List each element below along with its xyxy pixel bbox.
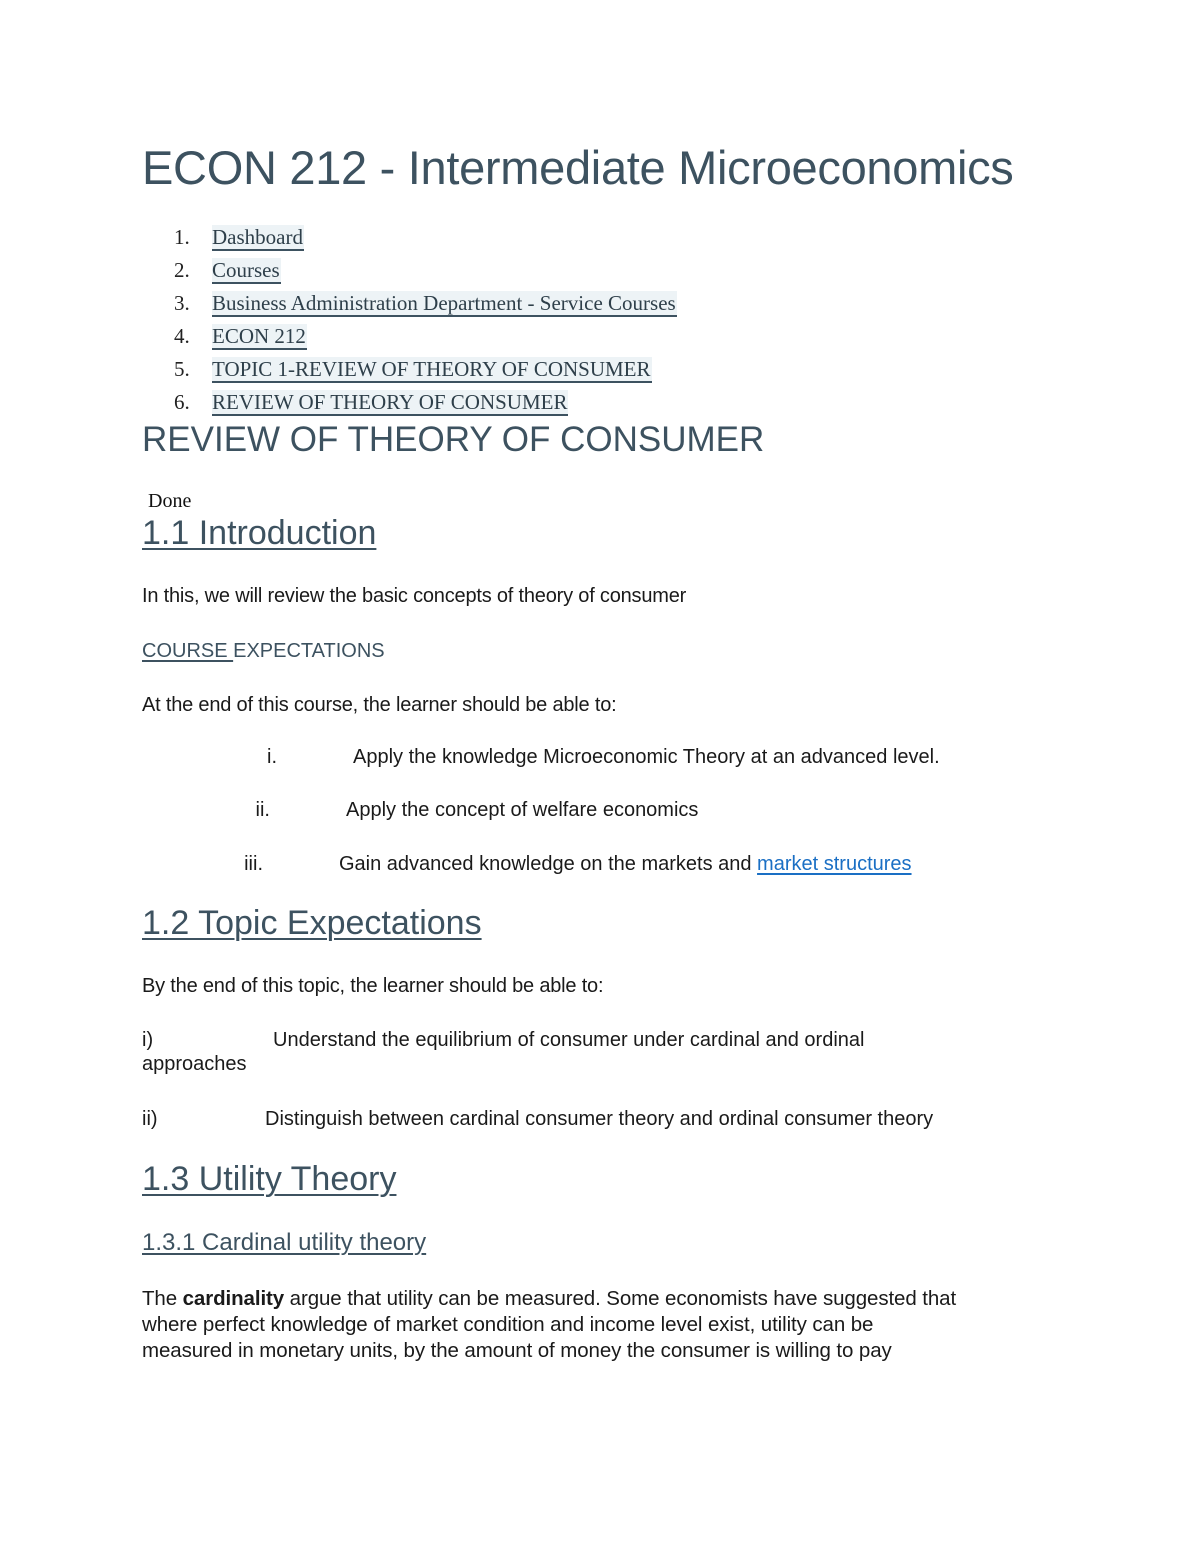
paragraph-line: The cardinality argue that utility can b… [142,1286,1062,1312]
course-expectations-rest: EXPECTATIONS [233,640,385,662]
breadcrumb-item: 3. Business Administration Department - … [142,288,677,321]
paragraph-line1-rest: argue that utility can be measured. Some… [284,1287,957,1310]
paragraph-line: measured in monetary units, by the amoun… [142,1339,892,1362]
item-number: ii. [255,799,270,821]
item-text: Distinguish between cardinal consumer th… [265,1108,934,1130]
breadcrumb: 1. Dashboard 2. Courses 3. Business Admi… [142,222,677,420]
breadcrumb-item: 1. Dashboard [142,222,677,255]
breadcrumb-number: 1. [174,225,190,249]
section-heading-topic-expectations: 1.2 Topic Expectations [142,904,482,942]
market-structures-link[interactable]: market structures [757,853,911,875]
item-number: i. [267,746,277,768]
breadcrumb-number: 3. [174,291,190,315]
course-title: ECON 212 - Intermediate Microeconomics [142,141,1014,194]
item-number: ii) [142,1108,158,1130]
breadcrumb-link-topic1[interactable]: TOPIC 1-REVIEW OF THEORY OF CONSUMER [212,357,652,383]
breadcrumb-item: 4. ECON 212 [142,321,677,354]
item-text: Understand the equilibrium of consumer u… [273,1029,865,1051]
section-heading-utility-theory: 1.3 Utility Theory [142,1160,397,1198]
breadcrumb-link-dashboard[interactable]: Dashboard [212,225,304,251]
breadcrumb-number: 2. [174,258,190,282]
course-expectation-item: ii. Apply the concept of welfare economi… [142,799,1042,827]
topic-expectations-lead: By the end of this topic, the learner sh… [142,975,604,997]
breadcrumb-link-department[interactable]: Business Administration Department - Ser… [212,291,677,317]
breadcrumb-number: 6. [174,390,190,414]
breadcrumb-item: 2. Courses [142,255,677,288]
course-expectation-item: i. Apply the knowledge Microeconomic The… [142,746,1042,774]
course-expectation-item: iii. Gain advanced knowledge on the mark… [142,853,1042,881]
course-expectations-underlined: COURSE [142,640,234,662]
subsection-heading-cardinal-utility: 1.3.1 Cardinal utility theory [142,1229,427,1256]
completion-status: Done [148,490,192,512]
section-heading-introduction: 1.1 Introduction [142,514,377,552]
breadcrumb-link-review[interactable]: REVIEW OF THEORY OF CONSUMER [212,390,569,416]
item-number: iii. [244,853,263,875]
breadcrumb-number: 5. [174,357,190,381]
breadcrumb-link-econ212[interactable]: ECON 212 [212,324,307,350]
item-text: Gain advanced knowledge on the markets a… [339,853,912,876]
item-text-body: Gain advanced knowledge on the markets a… [339,853,758,875]
paragraph-prefix: The [142,1287,183,1310]
breadcrumb-item: 6. REVIEW OF THEORY OF CONSUMER [142,387,677,420]
page-heading: REVIEW OF THEORY OF CONSUMER [142,420,765,459]
course-expectations-heading: COURSE EXPECTATIONS [142,640,385,663]
bold-term-cardinality: cardinality [182,1287,285,1310]
breadcrumb-link-courses[interactable]: Courses [212,258,281,284]
course-expectations-lead: At the end of this course, the learner s… [142,694,617,716]
cardinal-utility-paragraph: The cardinality argue that utility can b… [142,1286,1062,1364]
breadcrumb-number: 4. [174,324,190,348]
item-text: Apply the concept of welfare economics [346,799,699,821]
item-text-continuation: approaches [142,1053,247,1075]
item-text: Apply the knowledge Microeconomic Theory… [353,746,940,768]
item-number: i) [142,1029,154,1051]
paragraph-line: where perfect knowledge of market condit… [142,1313,874,1336]
breadcrumb-item: 5. TOPIC 1-REVIEW OF THEORY OF CONSUMER [142,354,677,387]
intro-text: In this, we will review the basic concep… [142,585,687,607]
